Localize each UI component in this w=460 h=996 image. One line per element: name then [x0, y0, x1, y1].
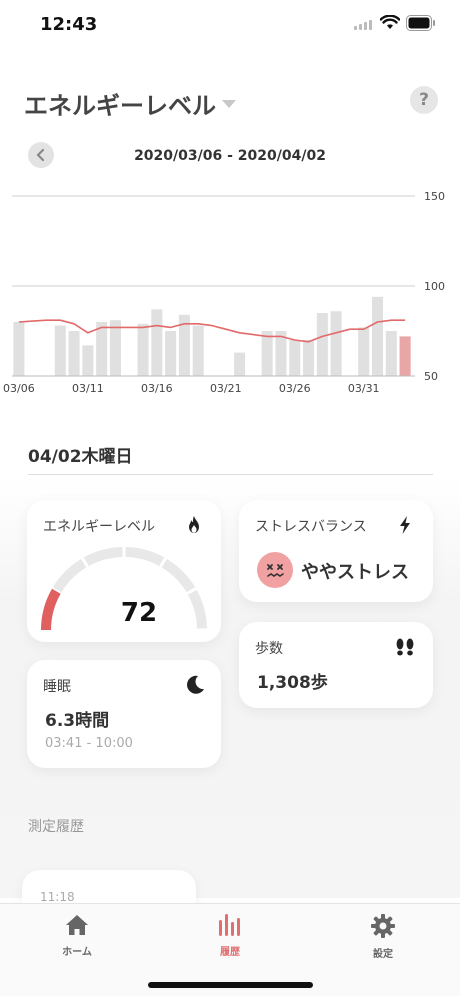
chart-bar	[68, 331, 80, 376]
x-tick-label: 03/31	[348, 382, 380, 395]
chart-bar	[385, 331, 397, 376]
gauge-track	[187, 589, 207, 629]
chart-bar	[151, 309, 163, 376]
stress-card-label: ストレスバランス	[255, 519, 367, 535]
chart-bar	[54, 325, 66, 376]
y-tick-label: 50	[424, 370, 438, 383]
stress-face-icon	[257, 552, 293, 588]
x-tick-label: 03/26	[279, 382, 311, 395]
chart-bar	[261, 331, 273, 376]
chart-bar	[316, 313, 328, 376]
chart-bar	[358, 327, 370, 376]
tab-history-label: 履歴	[220, 947, 240, 958]
tab-home[interactable]: ホーム	[37, 914, 117, 958]
energy-chart: 150 100 50 03/06 03/11 03/16 03/21 03/26 03/31	[3, 190, 445, 395]
bar-chart-icon	[219, 914, 240, 936]
energy-card[interactable]: エネルギーレベル 72	[27, 500, 221, 642]
page-title: エネルギーレベル	[24, 92, 216, 120]
battery-icon	[406, 15, 435, 31]
gauge-track	[52, 558, 87, 593]
y-tick-label: 100	[424, 280, 445, 293]
gauge-track	[125, 547, 165, 567]
dropdown-caret-icon	[222, 99, 236, 108]
chart-bar	[289, 340, 301, 376]
chart-bar	[192, 325, 204, 376]
chart-bar	[303, 340, 315, 376]
help-button[interactable]: ?	[410, 86, 438, 114]
sleep-card-label: 睡眠	[43, 679, 71, 695]
sleep-card[interactable]: 睡眠 6.3時間 03:41 - 10:00	[27, 660, 221, 768]
x-tick-label: 03/16	[141, 382, 173, 395]
energy-value: 72	[120, 598, 158, 628]
steps-card-label: 歩数	[255, 641, 283, 657]
chart-bar	[165, 331, 177, 376]
lightning-icon	[400, 516, 410, 534]
footprints-icon	[396, 638, 414, 656]
selected-day-title: 04/02木曜日	[28, 447, 133, 467]
stress-card[interactable]: ストレスバランス ややストレス	[239, 500, 433, 602]
wifi-icon	[380, 15, 400, 29]
cellular-signal-icon	[354, 20, 372, 30]
chart-bar	[399, 336, 411, 376]
x-tick-label: 03/11	[72, 382, 104, 395]
chart-bar	[82, 345, 94, 376]
history-title: 測定履歴	[28, 819, 84, 835]
status-bar: 12:43	[0, 0, 460, 50]
moon-icon	[187, 675, 204, 694]
chart-bar	[234, 352, 246, 376]
date-range-label: 2020/03/06 - 2020/04/02	[134, 148, 326, 164]
tab-settings[interactable]: 設定	[343, 914, 423, 960]
home-icon	[66, 915, 88, 935]
gauge-fill	[41, 588, 61, 631]
sleep-range: 03:41 - 10:00	[45, 736, 133, 751]
home-indicator	[148, 982, 313, 988]
gauge-track	[161, 558, 196, 593]
steps-value: 1,308歩	[257, 673, 328, 693]
chart-bar	[137, 323, 149, 376]
x-tick-label: 03/06	[3, 382, 35, 395]
tab-home-label: ホーム	[62, 947, 92, 958]
metric-selector[interactable]: エネルギーレベル	[24, 86, 236, 121]
tab-history[interactable]: 履歴	[190, 914, 270, 958]
chart-bar	[109, 320, 121, 376]
chart-bar	[96, 322, 108, 376]
history-item-time: 11:18	[40, 890, 75, 904]
gauge-track	[83, 547, 123, 567]
tab-settings-label: 設定	[373, 949, 393, 960]
sleep-value: 6.3時間	[45, 711, 110, 731]
steps-card[interactable]: 歩数 1,308歩	[239, 622, 433, 708]
divider	[28, 474, 433, 475]
gear-icon	[371, 914, 395, 938]
chart-bar	[13, 322, 25, 376]
status-time: 12:43	[40, 14, 98, 35]
chart-bar	[330, 311, 342, 376]
stress-value: ややストレス	[301, 562, 409, 583]
x-tick-label: 03/21	[210, 382, 242, 395]
chart-bar	[372, 296, 384, 376]
y-tick-label: 150	[424, 190, 445, 203]
